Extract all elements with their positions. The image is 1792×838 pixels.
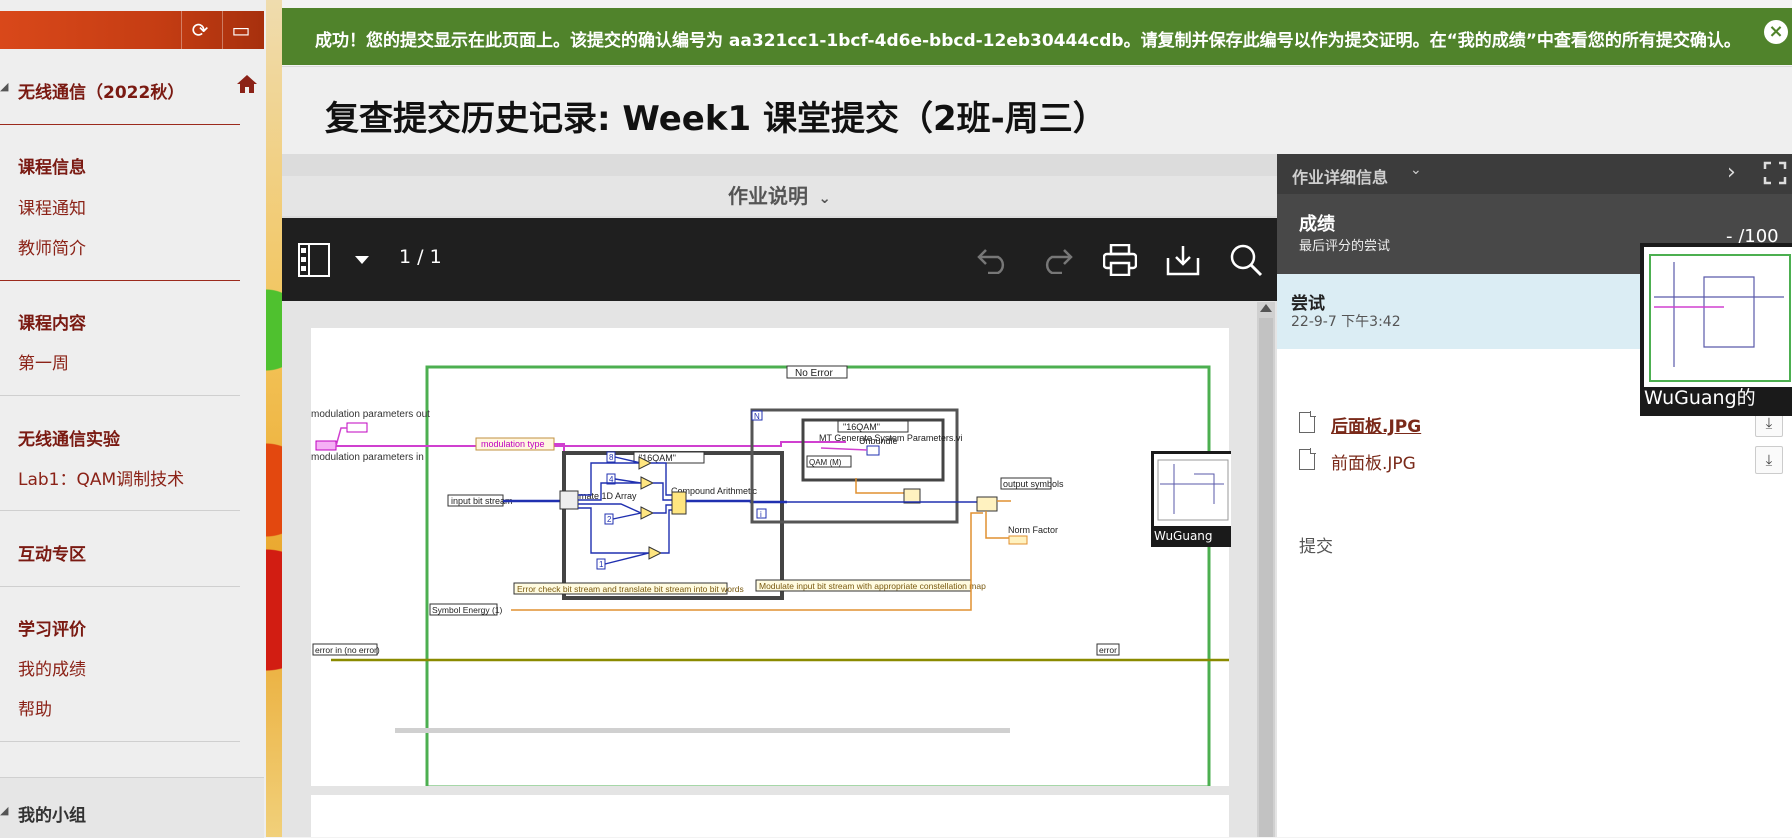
success-message: 成功！您的提交显示在此页面上。该提交的确认编号为 aa321cc1-1bcf-4… [315,31,1741,51]
course-menu-toolbar: ⟳ ▭ [0,11,264,49]
menu-heading-course-info[interactable]: 课程信息 [18,153,86,178]
diagram-label: Unbundle [859,436,898,446]
menu-divider [0,395,240,396]
thumbnail-image [1154,454,1231,526]
chevron-down-icon: ⌄ [1410,162,1422,178]
menu-item-week1[interactable]: 第一周 [18,349,69,374]
my-groups-heading[interactable]: 我的小组 [18,801,86,826]
diagram-constant: 1 [599,560,604,569]
page-indicator: 1 / 1 [399,246,442,268]
diagram-label: modulation type [481,439,545,449]
image-thumbnail-preview[interactable]: WuGuang [1151,451,1231,547]
diagram-label: error in (no error) [315,645,380,655]
diagram-label: error [1099,645,1117,655]
fullscreen-icon[interactable] [1763,161,1787,189]
file-link[interactable]: 前面板.JPG [1331,449,1416,474]
file-row[interactable]: 前面板.JPG ⤓ [1299,446,1783,476]
submission-label: 提交 [1299,537,1333,557]
chevron-down-icon: ⌄ [813,189,831,207]
diagram-label: modulation parameters out [311,409,430,420]
download-icon[interactable]: ⤓ [1755,446,1783,474]
diagram-constant: 8 [609,453,614,462]
course-menu: ⟳ ▭ ◢ 无线通信（2022秋） 课程信息 课程通知 教师简介 课程内容 第一… [0,0,267,838]
success-banner: 成功！您的提交显示在此页面上。该提交的确认编号为 aa321cc1-1bcf-4… [282,8,1792,65]
menu-divider [0,586,240,587]
pdf-page-next [311,795,1229,837]
chevron-down-icon[interactable] [354,242,370,278]
diagram-label: No Error [795,368,833,379]
file-link[interactable]: 后面板.JPG [1331,412,1421,437]
menu-item-teacher-intro[interactable]: 教师简介 [18,234,86,259]
thumbnail-caption: WuGuang [1154,529,1213,543]
download-icon[interactable] [1165,242,1201,278]
attempt-date: 22-9-7 下午3:42 [1291,314,1401,330]
refresh-icon[interactable]: ⟳ [181,11,218,49]
collapse-arrow-icon[interactable]: ◢ [0,804,8,817]
menu-divider [0,741,240,742]
redo-icon[interactable] [1039,242,1075,278]
diagram-label: Symbol Energy (1) [432,605,503,615]
diagram-label: modulation parameters in [311,452,424,463]
menu-heading-evaluation[interactable]: 学习评价 [18,615,86,640]
grade-subtitle: 最后评分的尝试 [1299,239,1391,254]
menu-item-lab1[interactable]: Lab1：QAM调制技术 [18,465,184,490]
undo-icon[interactable] [975,242,1011,278]
instructions-label: 作业说明 [728,184,809,208]
scroll-up-icon[interactable] [1260,304,1272,312]
diagram-label: "16QAM" [843,422,880,432]
menu-divider [0,510,240,511]
details-header[interactable]: 作业详细信息 ⌄ › [1277,154,1792,194]
diagram-constant: N [754,412,760,421]
diagram-constant: i [760,510,762,519]
page-header: 复查提交历史记录: Week1 课堂提交（2班-周三） [282,66,1792,155]
decorative-strip [266,0,282,837]
block-diagram-image: No Error modulation parameters out modul… [311,365,1229,786]
menu-divider [0,124,240,125]
diagram-label: Error check bit stream and translate bit… [517,584,744,594]
image-preview-popup[interactable]: WuGuang的 [1640,243,1792,416]
close-icon[interactable]: × [1764,20,1788,44]
instructions-toggle[interactable]: 作业说明 ⌄ [282,176,1277,216]
menu-item-my-grades[interactable]: 我的成绩 [18,655,86,680]
menu-item-help[interactable]: 帮助 [18,695,52,720]
search-icon[interactable] [1228,242,1264,278]
document-icon [1299,411,1316,433]
preview-image [1644,247,1792,387]
scrollbar-thumb[interactable] [1259,318,1273,837]
document-icon [1299,448,1316,470]
diagram-label: output symbols [1003,479,1064,489]
folder-view-icon[interactable]: ▭ [222,11,259,49]
collapse-arrow-icon[interactable]: ◢ [0,80,8,93]
menu-divider [0,280,240,281]
menu-heading-course-content[interactable]: 课程内容 [18,309,86,334]
details-header-label: 作业详细信息 [1292,168,1389,187]
page-title: 复查提交历史记录: Week1 课堂提交（2班-周三） [325,99,1107,139]
print-icon[interactable] [1102,242,1138,278]
course-title-link[interactable]: 无线通信（2022秋） [18,78,184,103]
sidebar-toggle-icon[interactable] [297,242,331,278]
diagram-label: Norm Factor [1008,525,1058,535]
menu-heading-lab[interactable]: 无线通信实验 [18,425,120,450]
grade-label: 成绩 [1299,214,1335,235]
preview-caption: WuGuang的 [1644,387,1756,409]
pdf-page: No Error modulation parameters out modul… [311,328,1229,786]
menu-item-announcements[interactable]: 课程通知 [18,194,86,219]
home-icon[interactable] [236,74,258,98]
diagram-label: Modulate input bit stream with appropria… [759,581,986,591]
chevron-right-icon[interactable]: › [1727,160,1736,185]
diagram-constant: 2 [607,515,612,524]
pdf-toolbar: 1 / 1 [282,218,1277,301]
diagram-label: QAM (M) [809,458,842,467]
vertical-scrollbar[interactable] [1257,302,1275,837]
menu-heading-interactive[interactable]: 互动专区 [18,540,86,565]
